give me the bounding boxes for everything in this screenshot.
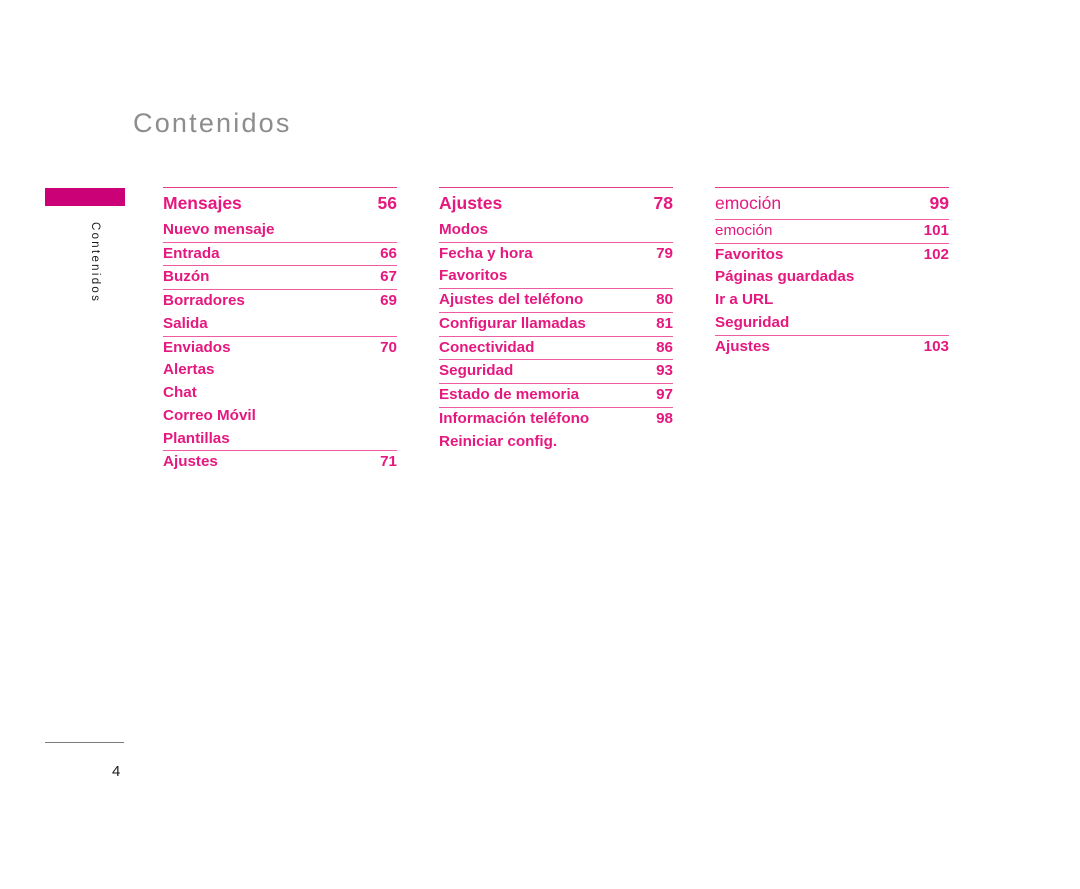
table-of-contents: Mensajes 56 Nuevo mensaje Entrada 66 Buzón 67 B… bbox=[163, 187, 963, 474]
toc-entry[interactable]: Seguridad bbox=[715, 312, 949, 335]
toc-entry-label: Buzón bbox=[163, 268, 210, 286]
toc-entry[interactable]: Borradores 69 bbox=[163, 289, 397, 313]
toc-entry-label: Conectividad bbox=[439, 338, 535, 356]
toc-entry-page-number: 98 bbox=[656, 409, 673, 427]
column-emocion: emoción 99 emoción 101 Favoritos 102 Páginas g… bbox=[715, 187, 949, 474]
toc-entry-label: Nuevo mensaje bbox=[163, 220, 275, 238]
toc-entry-page-number: 93 bbox=[656, 362, 673, 380]
toc-entry-label: Alertas bbox=[163, 361, 215, 379]
toc-entry-label: Ir a URL bbox=[715, 291, 774, 308]
toc-entry[interactable]: Alertas bbox=[163, 359, 397, 382]
toc-entry-label: Ajustes bbox=[163, 453, 218, 471]
column-mensajes: Mensajes 56 Nuevo mensaje Entrada 66 Buzón 67 B… bbox=[163, 187, 397, 474]
toc-entry[interactable]: emoción 101 bbox=[715, 218, 949, 243]
toc-entry-label: Ajustes bbox=[715, 337, 770, 355]
toc-entry[interactable]: Ajustes 71 bbox=[163, 450, 397, 474]
section-tab-marker bbox=[45, 188, 125, 206]
toc-entry-page-number: 66 bbox=[380, 244, 397, 262]
column-ajustes: Ajustes 78 Modos Fecha y hora 79 Favoritos Aju… bbox=[439, 187, 673, 474]
toc-entry-label: Páginas guardadas bbox=[715, 268, 855, 286]
toc-entry-label: Seguridad bbox=[439, 362, 514, 380]
toc-entry-label: Modos bbox=[439, 220, 488, 238]
footer-divider bbox=[45, 742, 124, 743]
toc-entry-page-number: 56 bbox=[377, 193, 397, 213]
toc-entry[interactable]: Seguridad 93 bbox=[439, 359, 673, 383]
toc-section-heading[interactable]: Mensajes 56 bbox=[163, 189, 397, 219]
toc-entry-label: Seguridad bbox=[715, 313, 790, 331]
toc-entry[interactable]: Configurar llamadas 81 bbox=[439, 311, 673, 336]
page-number: 4 bbox=[112, 763, 121, 780]
toc-entry[interactable]: Correo Móvil bbox=[163, 405, 397, 428]
column-top-divider bbox=[715, 187, 949, 188]
toc-section-heading[interactable]: Ajustes 78 bbox=[439, 189, 673, 219]
toc-entry-page-number: 97 bbox=[656, 386, 673, 403]
toc-entry-label: Mensajes bbox=[163, 193, 242, 213]
column-top-divider bbox=[163, 187, 397, 188]
column-top-divider bbox=[439, 187, 673, 188]
toc-entry-label: Configurar llamadas bbox=[439, 314, 586, 332]
toc-entry-label: Borradores bbox=[163, 292, 245, 309]
toc-entry-page-number: 69 bbox=[380, 292, 397, 309]
toc-entry-page-number: 71 bbox=[380, 453, 397, 471]
toc-entry-label: Favoritos bbox=[715, 245, 784, 263]
toc-entry[interactable]: Favoritos 102 bbox=[715, 242, 949, 267]
toc-entry[interactable]: Conectividad 86 bbox=[439, 335, 673, 360]
toc-entry-label: Chat bbox=[163, 384, 197, 401]
toc-entry-label: Enviados bbox=[163, 338, 231, 356]
toc-entry-page-number: 79 bbox=[656, 244, 673, 262]
toc-entry-label: Estado de memoria bbox=[439, 386, 580, 403]
toc-entry[interactable]: Información teléfono 98 bbox=[439, 406, 673, 431]
toc-entry[interactable]: Nuevo mensaje bbox=[163, 219, 397, 242]
toc-entry[interactable]: Plantillas bbox=[163, 428, 397, 451]
toc-entry[interactable]: Chat bbox=[163, 382, 397, 405]
toc-entry-label: Ajustes bbox=[439, 193, 503, 213]
toc-entry-page-number: 70 bbox=[380, 338, 397, 356]
toc-entry[interactable]: Favoritos bbox=[439, 265, 673, 288]
toc-entry-page-number: 67 bbox=[380, 268, 397, 286]
toc-entry-page-number: 80 bbox=[656, 291, 673, 308]
toc-entry[interactable]: Enviados 70 bbox=[163, 335, 397, 360]
toc-entry[interactable]: Páginas guardadas bbox=[715, 266, 949, 289]
toc-entry-page-number: 101 bbox=[923, 221, 949, 239]
toc-entry-page-number: 86 bbox=[656, 338, 673, 356]
toc-entry[interactable]: Ir a URL bbox=[715, 289, 949, 312]
toc-entry-label: Ajustes del teléfono bbox=[439, 291, 584, 308]
toc-entry[interactable]: Reiniciar config. bbox=[439, 431, 673, 454]
toc-entry-label: Favoritos bbox=[439, 267, 508, 285]
toc-entry-label: Entrada bbox=[163, 244, 220, 262]
toc-entry-label: emoción bbox=[715, 193, 782, 213]
toc-entry-page-number: 81 bbox=[656, 314, 673, 332]
toc-entry-label: Plantillas bbox=[163, 429, 230, 447]
toc-entry[interactable]: Ajustes 103 bbox=[715, 334, 949, 359]
page-title: Contenidos bbox=[133, 108, 292, 138]
toc-entry[interactable]: Entrada 66 bbox=[163, 241, 397, 266]
toc-entry-page-number: 102 bbox=[923, 245, 949, 263]
toc-entry-label: Salida bbox=[163, 314, 208, 332]
toc-section-heading[interactable]: emoción 99 bbox=[715, 189, 949, 219]
toc-entry[interactable]: Ajustes del teléfono 80 bbox=[439, 288, 673, 312]
toc-entry[interactable]: Fecha y hora 79 bbox=[439, 241, 673, 266]
toc-entry[interactable]: Estado de memoria 97 bbox=[439, 383, 673, 407]
section-tab-label: Contenidos bbox=[89, 222, 101, 304]
toc-entry-label: emoción bbox=[715, 221, 773, 239]
toc-entry-label: Reiniciar config. bbox=[439, 432, 558, 450]
toc-entry-label: Información teléfono bbox=[439, 409, 590, 427]
toc-entry[interactable]: Modos bbox=[439, 219, 673, 242]
toc-entry-label: Correo Móvil bbox=[163, 406, 256, 424]
toc-entry-page-number: 99 bbox=[929, 193, 949, 213]
toc-entry-page-number: 78 bbox=[653, 193, 673, 213]
toc-entry-page-number: 103 bbox=[923, 337, 949, 355]
toc-entry-label: Fecha y hora bbox=[439, 244, 533, 262]
toc-entry[interactable]: Buzón 67 bbox=[163, 265, 397, 289]
toc-entry[interactable]: Salida bbox=[163, 313, 397, 336]
